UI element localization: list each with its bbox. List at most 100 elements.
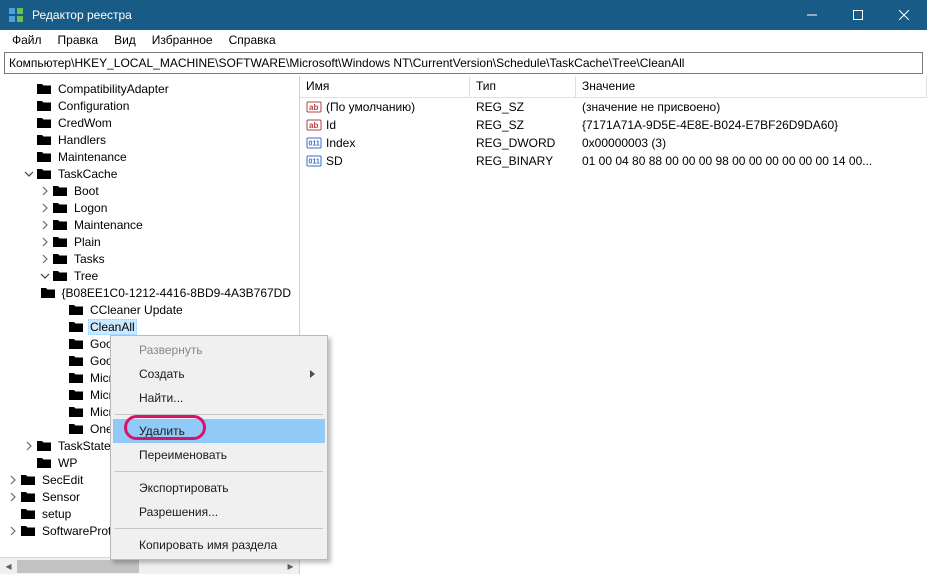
tree-node-label: Configuration [56,99,131,113]
folder-icon [52,183,68,199]
tree-node[interactable]: Maintenance [0,216,299,233]
value-data: (значение не присвоено) [576,100,927,114]
folder-icon [36,115,52,131]
tree-node-label: CleanAll [88,319,137,335]
address-bar[interactable]: Компьютер\HKEY_LOCAL_MACHINE\SOFTWARE\Mi… [4,52,923,74]
tree-node[interactable]: Maintenance [0,148,299,165]
col-name[interactable]: Имя [300,76,470,98]
tree-node-label: TaskCache [56,167,119,181]
folder-icon [52,234,68,250]
ctx-copy-key-name[interactable]: Копировать имя раздела [113,533,325,557]
expander-icon[interactable] [38,252,52,266]
tree-node[interactable]: Handlers [0,131,299,148]
value-data: 01 00 04 80 88 00 00 00 98 00 00 00 00 0… [576,154,927,168]
value-row[interactable]: abIdREG_SZ{7171A71A-9D5E-4E8E-B024-E7BF2… [300,116,927,134]
folder-icon [20,523,36,539]
ctx-export[interactable]: Экспортировать [113,476,325,500]
value-row[interactable]: ab (По умолчанию) REG_SZ(значение не присв… [300,98,927,116]
list-header: Имя Тип Значение [300,76,927,98]
tree-node[interactable]: CleanAll [0,318,299,335]
value-data: 0x00000003 (3) [576,136,927,150]
menu-help[interactable]: Справка [221,31,284,49]
folder-icon [20,506,36,522]
menu-favorites[interactable]: Избранное [144,31,221,49]
tree-node-label: Maintenance [56,150,129,164]
ctx-new[interactable]: Создать [113,362,325,386]
tree-node[interactable]: Configuration [0,97,299,114]
folder-icon [68,319,84,335]
expander-icon[interactable] [6,524,20,538]
expander-icon[interactable] [38,269,52,283]
value-name: (По умолчанию) [326,100,415,114]
close-button[interactable] [881,0,927,30]
tree-node[interactable]: {B08EE1C0-1212-4416-8BD9-4A3B767DD [0,284,299,301]
value-row[interactable]: 011 Index REG_DWORD0x00000003 (3) [300,134,927,152]
menu-edit[interactable]: Правка [50,31,107,49]
tree-node[interactable]: TaskCache [0,165,299,182]
tree-node-label: WP [56,456,79,470]
value-row[interactable]: 011SDREG_BINARY01 00 04 80 88 00 00 00 9… [300,152,927,170]
tree-node-label: Plain [72,235,103,249]
tree-node-label: Tasks [72,252,107,266]
list-pane: Имя Тип Значение ab (По умолчанию) REG_SZ(… [300,76,927,574]
expander-icon[interactable] [22,439,36,453]
maximize-button[interactable] [835,0,881,30]
menu-view[interactable]: Вид [106,31,144,49]
folder-icon [52,217,68,233]
tree-node[interactable]: CompatibilityAdapter [0,80,299,97]
value-name: Index [326,136,355,150]
minimize-button[interactable] [789,0,835,30]
svg-text:011: 011 [309,141,320,148]
folder-icon [68,387,84,403]
window-title: Редактор реестра [32,8,789,22]
folder-icon [68,336,84,352]
tree-node-label: Boot [72,184,101,198]
expander-icon[interactable] [6,490,20,504]
ctx-separator [115,528,323,529]
expander-icon[interactable] [38,218,52,232]
tree-node[interactable]: CredWom [0,114,299,131]
tree-node[interactable]: Logon [0,199,299,216]
svg-text:ab: ab [309,121,318,130]
tree-node-label: Maintenance [72,218,145,232]
folder-icon [36,149,52,165]
ctx-find[interactable]: Найти... [113,386,325,410]
expander-icon[interactable] [22,167,36,181]
scroll-left-icon[interactable]: ◂ [0,558,17,574]
ctx-separator [115,414,323,415]
ctx-expand[interactable]: Развернуть [113,338,325,362]
tree-node[interactable]: Tasks [0,250,299,267]
folder-icon [20,472,36,488]
folder-icon [36,455,52,471]
tree-node[interactable]: Plain [0,233,299,250]
expander-icon[interactable] [38,184,52,198]
ctx-separator [115,471,323,472]
col-type[interactable]: Тип [470,76,576,98]
tree-node-label: CCleaner Update [88,303,185,317]
tree-node-label: Tree [72,269,100,283]
value-name: Id [326,118,336,132]
tree-node[interactable]: Tree [0,267,299,284]
value-type: REG_SZ [470,100,576,114]
string-value-icon: ab [306,117,322,133]
expander-icon[interactable] [6,473,20,487]
menubar: Файл Правка Вид Избранное Справка [0,30,927,50]
tree-node[interactable]: Boot [0,182,299,199]
value-type: REG_BINARY [470,154,576,168]
ctx-permissions[interactable]: Разрешения... [113,500,325,524]
folder-icon [40,285,56,301]
col-value[interactable]: Значение [576,76,927,98]
binary-value-icon: 011 [306,153,322,169]
ctx-delete[interactable]: Удалить [113,419,325,443]
string-value-icon: ab [306,99,322,115]
value-type: REG_DWORD [470,136,576,150]
tree-node[interactable]: CCleaner Update [0,301,299,318]
expander-icon[interactable] [38,201,52,215]
address-text: Компьютер\HKEY_LOCAL_MACHINE\SOFTWARE\Mi… [9,56,684,70]
ctx-rename[interactable]: Переименовать [113,443,325,467]
folder-icon [52,251,68,267]
expander-icon[interactable] [38,235,52,249]
menu-file[interactable]: Файл [4,31,50,49]
folder-icon [68,421,84,437]
folder-icon [68,353,84,369]
